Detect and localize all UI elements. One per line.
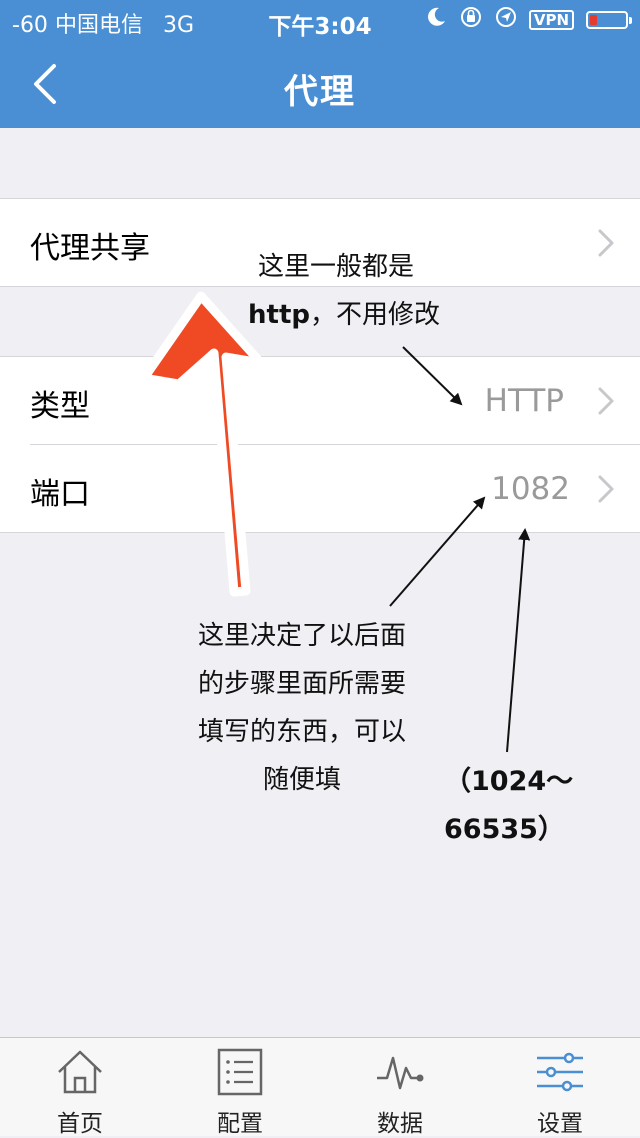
type-value: HTTP <box>484 383 564 419</box>
moon-icon <box>425 6 447 34</box>
tab-settings[interactable]: 设置 <box>480 1038 640 1137</box>
share-note-line2: 的步骤里面所需要 <box>197 669 406 699</box>
share-note-line1: 这里决定了以后面 <box>197 621 406 651</box>
type-note-line2: http，不用修改 <box>248 292 440 338</box>
tab-config-label: 配置 <box>217 1111 263 1137</box>
page-title: 代理 <box>284 72 356 112</box>
arrow-to-port-right <box>506 528 531 753</box>
port-label: 端口 <box>30 477 90 512</box>
share-note-line4: 随便填 <box>262 765 341 795</box>
port-range-note: （1024～ 66535） <box>444 758 573 854</box>
orientation-lock-icon <box>459 5 483 35</box>
port-row[interactable]: 端口 1082 <box>30 444 640 532</box>
battery-icon <box>586 11 632 29</box>
list-icon <box>217 1048 263 1096</box>
proxy-share-row[interactable]: 代理共享 <box>0 199 640 286</box>
tab-data[interactable]: 数据 <box>320 1038 480 1137</box>
proxy-share-group: 代理共享 <box>0 198 640 287</box>
tab-settings-label: 设置 <box>537 1111 583 1137</box>
chevron-right-icon <box>598 387 614 415</box>
pulse-chart-icon <box>377 1056 424 1090</box>
tab-home-label: 首页 <box>57 1111 103 1137</box>
type-row[interactable]: 类型 HTTP <box>0 357 640 444</box>
chevron-right-icon <box>598 475 614 503</box>
battery-level <box>590 15 597 25</box>
tab-config[interactable]: 配置 <box>160 1038 320 1137</box>
type-note-http: http <box>248 300 310 330</box>
tab-home[interactable]: 首页 <box>0 1038 160 1137</box>
type-label: 类型 <box>30 389 90 424</box>
connection-settings-group: 类型 HTTP 端口 1082 <box>0 356 640 533</box>
home-icon <box>58 1050 102 1094</box>
location-icon <box>495 6 517 34</box>
status-bar: -60 中国电信 3G 下午3:04 VPN <box>0 0 640 40</box>
tab-data-label: 数据 <box>377 1111 423 1137</box>
share-note-line3: 填写的东西，可以 <box>197 717 406 747</box>
tab-bar: 首页 配置 数据 设置 <box>0 1037 640 1137</box>
header: -60 中国电信 3G 下午3:04 VPN 代理 <box>0 0 640 128</box>
port-note-line2: 66535） <box>444 814 565 845</box>
nav-bar: 代理 <box>0 40 640 128</box>
proxy-share-label: 代理共享 <box>30 231 150 266</box>
port-value: 1082 <box>491 471 570 507</box>
annotation-overlay: 这里一般都是 http，不用修改 这里决定了以后面 的步骤里面所需要 填写的东西… <box>0 0 640 1136</box>
annotation-arrows <box>139 291 531 753</box>
vpn-badge: VPN <box>528 10 574 30</box>
port-note-line1: （1024～ <box>444 766 574 797</box>
chevron-right-icon <box>598 229 614 257</box>
status-right: VPN <box>425 5 632 35</box>
sliders-icon <box>537 1052 583 1092</box>
type-note-rest: ，不用修改 <box>309 300 440 330</box>
share-note: 这里决定了以后面 的步骤里面所需要 填写的东西，可以 随便填 <box>176 612 428 804</box>
